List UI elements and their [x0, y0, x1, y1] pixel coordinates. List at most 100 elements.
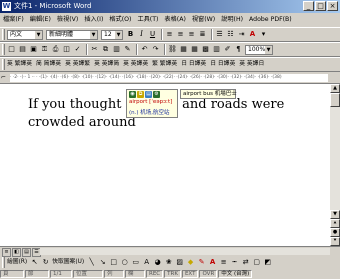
dash-style-icon[interactable]: ┅: [230, 257, 239, 268]
save-icon[interactable]: ▣: [29, 44, 38, 55]
toolbar-grip-2[interactable]: [2, 44, 5, 55]
status-trk[interactable]: TRK: [164, 270, 181, 278]
dict-button-3[interactable]: 英 英譯繁: [65, 59, 90, 70]
horizontal-scroll-track[interactable]: [40, 248, 330, 255]
scroll-up-icon[interactable]: ▲: [330, 84, 340, 93]
wordart-icon[interactable]: A: [142, 257, 151, 268]
bullets-icon[interactable]: ☷: [226, 29, 235, 40]
dict-button-6[interactable]: 繁 繁譯英: [152, 59, 177, 70]
zoom-select[interactable]: 100% ▼: [245, 44, 273, 55]
dict-button-8[interactable]: 日 日譯英: [210, 59, 235, 70]
horizontal-ruler[interactable]: ⌐ · ·2· ·(·· 1 ·· · ·(1)· ·(4)· ·(6)· ·(…: [0, 72, 340, 84]
toolbar-grip-4[interactable]: [2, 257, 5, 268]
redo-icon[interactable]: ↷: [151, 44, 160, 55]
scroll-down-icon[interactable]: ▼: [330, 210, 340, 219]
scroll-thumb[interactable]: [330, 93, 340, 107]
horizontal-scrollbar[interactable]: ≡ ◧ ▤ ☰: [0, 246, 340, 257]
dict-button-4[interactable]: 英 英譯简: [94, 59, 119, 70]
justify-icon[interactable]: ≣: [198, 29, 207, 40]
menu-insert[interactable]: 插入(I): [81, 14, 106, 26]
font-color-icon[interactable]: A: [248, 29, 257, 40]
style-select[interactable]: 内文 ▼: [7, 29, 43, 40]
align-right-icon[interactable]: ≡: [187, 29, 196, 40]
undo-icon[interactable]: ↶: [140, 44, 149, 55]
select-pointer-icon[interactable]: ↖: [30, 257, 39, 268]
word-app-icon[interactable]: W: [2, 2, 11, 11]
arrow-icon[interactable]: ↘: [98, 257, 107, 268]
font-color-draw-icon[interactable]: A: [208, 257, 217, 268]
dict-button-5[interactable]: 英 英譯英: [123, 59, 148, 70]
cut-icon[interactable]: ✂: [90, 44, 99, 55]
oval-icon[interactable]: ○: [120, 257, 129, 268]
line-color-icon[interactable]: ✎: [197, 257, 206, 268]
arrow-style-icon[interactable]: ⇄: [241, 257, 250, 268]
tab-selector-icon[interactable]: ⌐: [1, 74, 8, 82]
numbering-icon[interactable]: ☰: [215, 29, 224, 40]
underline-icon[interactable]: U: [148, 29, 157, 40]
status-rec[interactable]: REC: [146, 270, 164, 278]
next-page-icon[interactable]: ⯆: [330, 237, 340, 246]
autoshapes-button[interactable]: 快取圖案(U): [52, 257, 84, 268]
insert-excel-icon[interactable]: ▩: [201, 44, 210, 55]
permission-icon[interactable]: ⚿: [40, 44, 49, 55]
print-preview-icon[interactable]: ◫: [62, 44, 71, 55]
menu-edit[interactable]: 編輯(E): [27, 14, 54, 26]
vertical-scrollbar[interactable]: ▲ ▼ ⯅ ● ⯆: [330, 84, 340, 246]
font-select[interactable]: 新細明體 ▼: [46, 29, 98, 40]
fill-color-icon[interactable]: ◆: [186, 257, 195, 268]
speaker-icon[interactable]: ◉: [129, 91, 136, 98]
minimize-button[interactable]: _: [303, 1, 314, 11]
align-left-icon[interactable]: ≡: [165, 29, 174, 40]
toolbar-grip-3[interactable]: [2, 59, 5, 70]
drawing-icon[interactable]: ✐: [223, 44, 232, 55]
rotate-icon[interactable]: ↻: [41, 257, 50, 268]
copy-word-icon[interactable]: ⧉: [137, 91, 144, 98]
textbox-icon[interactable]: ▭: [131, 257, 140, 268]
menu-tools[interactable]: 工具(T): [134, 14, 161, 26]
menu-help[interactable]: 說明(H): [218, 14, 246, 26]
menu-view[interactable]: 檢視(V): [54, 14, 81, 26]
hyperlink-icon[interactable]: ⛓: [168, 44, 177, 55]
draw-menu-button[interactable]: 繪圖(R): [7, 257, 27, 268]
align-center-icon[interactable]: ≡: [176, 29, 185, 40]
open-folder-icon[interactable]: ▤: [18, 44, 27, 55]
menu-format[interactable]: 格式(O): [106, 14, 134, 26]
print-icon[interactable]: ⎙: [51, 44, 60, 55]
shadow-icon[interactable]: ▢: [252, 257, 261, 268]
menu-table[interactable]: 表格(A): [161, 14, 188, 26]
format-painter-icon[interactable]: ✎: [123, 44, 132, 55]
italic-icon[interactable]: I: [137, 29, 146, 40]
spelling-icon[interactable]: ✓: [73, 44, 82, 55]
insert-table-icon[interactable]: ▦: [190, 44, 199, 55]
dict-button-9[interactable]: 英 英譯日: [239, 59, 264, 70]
menu-adobe-pdf[interactable]: Adobe PDF(B): [246, 14, 295, 26]
dict-button-1[interactable]: 英 繁譯英: [7, 59, 32, 70]
dict-button-2[interactable]: 简 简譯英: [36, 59, 61, 70]
columns-icon[interactable]: ▥: [212, 44, 221, 55]
maximize-button[interactable]: □: [315, 1, 326, 11]
picture-icon[interactable]: ▨: [175, 257, 184, 268]
indent-icon[interactable]: ⇥: [237, 29, 246, 40]
options-chevron-icon[interactable]: ▾: [259, 29, 268, 40]
line-style-icon[interactable]: ≡: [219, 257, 228, 268]
status-ext[interactable]: EXT: [181, 270, 199, 278]
line-icon[interactable]: ╲: [87, 257, 96, 268]
prev-page-icon[interactable]: ⯅: [330, 219, 340, 228]
rectangle-icon[interactable]: □: [109, 257, 118, 268]
menu-window[interactable]: 視窗(W): [189, 14, 218, 26]
menu-file[interactable]: 檔案(F): [0, 14, 27, 26]
clipart-icon[interactable]: ❀: [164, 257, 173, 268]
dict-button-7[interactable]: 日 日譯英: [181, 59, 206, 70]
new-document-icon[interactable]: □: [7, 44, 16, 55]
font-size-select[interactable]: 12 ▼: [101, 29, 123, 40]
status-ovr[interactable]: OVR: [199, 270, 218, 278]
paste-icon[interactable]: ▥: [112, 44, 121, 55]
browse-object-icon[interactable]: ●: [330, 228, 340, 237]
3d-icon[interactable]: ◩: [263, 257, 272, 268]
toolbar-grip[interactable]: [2, 29, 5, 40]
tables-icon[interactable]: ▦: [179, 44, 188, 55]
settings-icon[interactable]: ⚙: [153, 91, 160, 98]
dictionary-icon[interactable]: ▤: [145, 91, 152, 98]
show-hide-icon[interactable]: ¶: [234, 44, 243, 55]
diagram-icon[interactable]: ◕: [153, 257, 162, 268]
